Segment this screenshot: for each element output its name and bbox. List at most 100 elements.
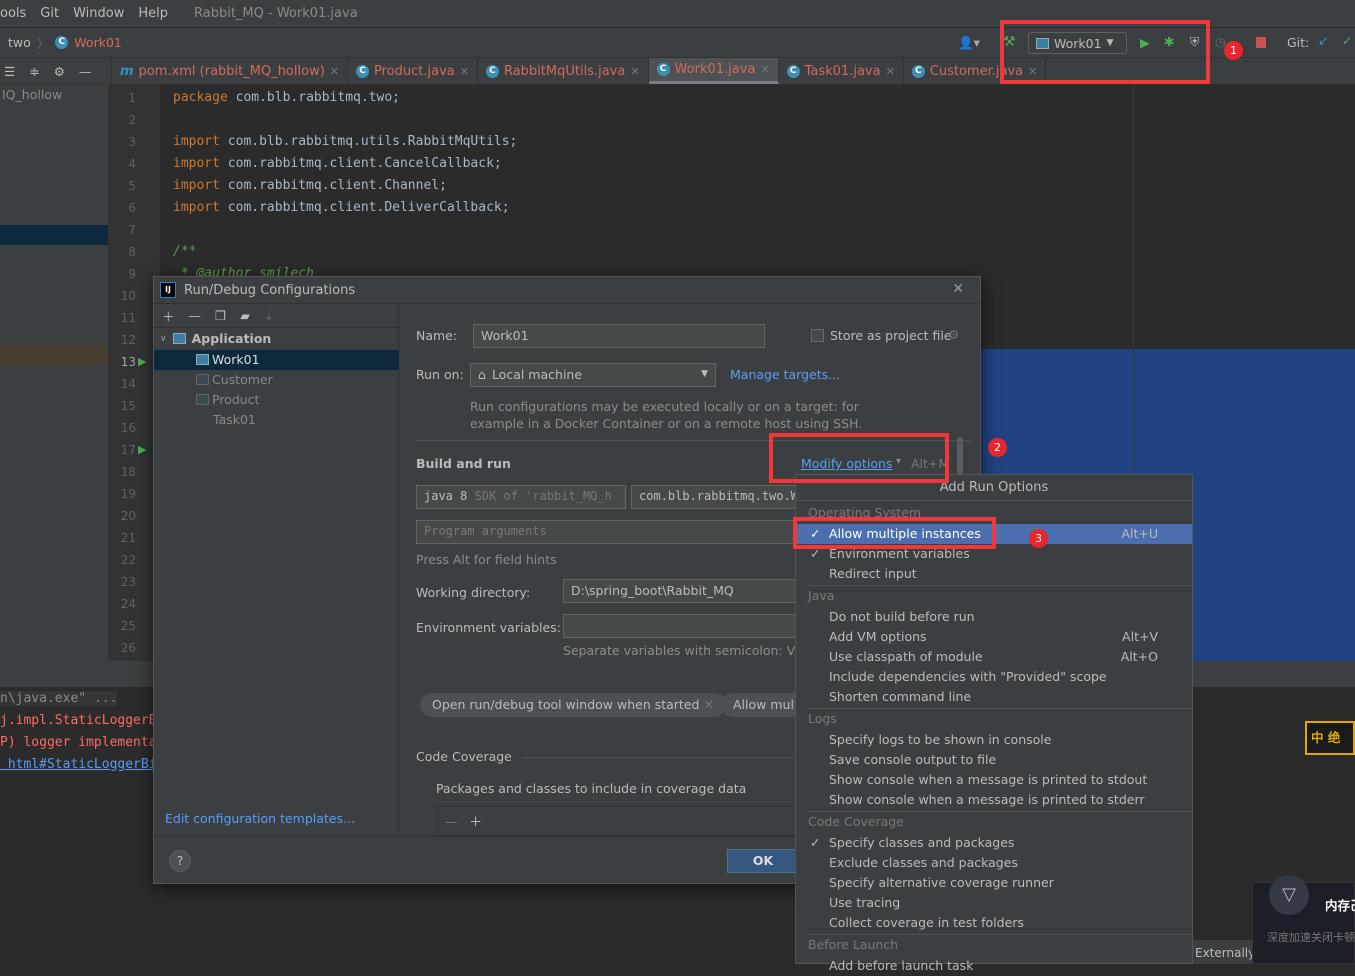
run-gutter-icon[interactable]: ▶	[138, 355, 146, 368]
env-field[interactable]	[563, 614, 796, 638]
hide-icon[interactable]: —	[79, 64, 92, 79]
breadcrumb-two[interactable]: two	[8, 35, 31, 50]
tab-product[interactable]: C Product.java ✕	[348, 58, 478, 84]
line-number: 4	[128, 157, 136, 171]
folder-add-icon[interactable]: ▰	[240, 308, 250, 323]
tab-task01[interactable]: C Task01.java ✕	[779, 58, 904, 84]
edit-templates-link[interactable]: Edit configuration templates...	[165, 811, 355, 826]
run-on-select[interactable]: ⌂ Local machine ▼	[470, 363, 716, 387]
menu-window[interactable]: Window	[73, 6, 124, 21]
option-item[interactable]: Show console when a message is printed t…	[796, 770, 1192, 790]
tree-item[interactable]: Product	[196, 392, 259, 407]
expand-all-icon[interactable]: ☰	[4, 64, 15, 79]
option-item[interactable]: Add before launch task	[796, 956, 1192, 976]
breadcrumb-work01[interactable]: Work01	[74, 35, 122, 50]
ok-button[interactable]: OK	[727, 849, 799, 873]
option-item[interactable]: Exclude classes and packages	[796, 853, 1192, 873]
menu-help[interactable]: Help	[138, 6, 168, 21]
application-icon	[196, 374, 209, 385]
tab-work01[interactable]: C Work01.java ✕	[648, 58, 779, 84]
scrollbar[interactable]	[957, 437, 963, 477]
close-icon[interactable]: ✕	[886, 65, 895, 78]
option-item[interactable]: Do not build before run	[796, 607, 1192, 627]
config-tree-panel: ＋ — ❐ ▰ ⇣ ∨ Application Work01 Customer Product…	[154, 304, 399, 836]
run-on-hint: example in a Docker Container or on a re…	[470, 416, 863, 431]
working-dir-field[interactable]: D:\spring_boot\Rabbit_MQ	[563, 579, 796, 603]
tree-item[interactable]: Customer	[196, 372, 273, 387]
copy-icon[interactable]: ❐	[215, 308, 226, 323]
help-button[interactable]: ?	[169, 850, 191, 872]
option-label: Save console output to file	[829, 752, 997, 767]
option-item[interactable]: Use tracing	[796, 893, 1192, 913]
close-icon[interactable]: ✕	[760, 63, 769, 76]
add-icon[interactable]: ＋	[469, 814, 482, 829]
console-line[interactable]: html#StaticLoggerBi	[0, 757, 157, 772]
sort-icon[interactable]: ⇣	[264, 308, 274, 323]
option-item[interactable]: Redirect input	[796, 564, 1192, 584]
packages-label: Packages and classes to include in cover…	[436, 781, 747, 796]
remove-icon[interactable]: —	[189, 308, 202, 323]
manage-targets-link[interactable]: Manage targets...	[730, 367, 840, 382]
system-notification[interactable]: ▽ 内存己 深度加速关闭卡顿	[1252, 875, 1355, 964]
user-icon[interactable]: 👤▾	[958, 35, 980, 51]
close-icon[interactable]: ✕	[703, 697, 713, 712]
remove-icon[interactable]: —	[445, 814, 458, 829]
option-item[interactable]: Add VM options Alt+V	[796, 627, 1192, 647]
name-field[interactable]: Work01	[473, 324, 765, 348]
line-number: 1	[128, 91, 136, 105]
line-number: 24	[120, 597, 136, 611]
option-item[interactable]: Include dependencies with "Provided" sco…	[796, 667, 1192, 687]
option-label: Include dependencies with "Provided" sco…	[829, 669, 1107, 684]
line-number: 19	[120, 487, 136, 501]
collapse-all-icon[interactable]: ≑	[29, 64, 39, 79]
menu-tools[interactable]: ools	[0, 6, 26, 21]
gear-icon[interactable]: ⚙	[54, 64, 65, 79]
project-root[interactable]: IQ_hollow	[2, 87, 62, 102]
option-item[interactable]: Use classpath of module Alt+O	[796, 647, 1192, 667]
stop-icon[interactable]	[1256, 37, 1266, 48]
program-arguments-field[interactable]: Program arguments	[416, 520, 796, 544]
project-selected-row[interactable]	[0, 225, 108, 245]
close-icon[interactable]: ✕	[630, 65, 639, 78]
option-label: Redirect input	[829, 566, 917, 581]
git-commit-icon[interactable]: ✓	[1342, 33, 1352, 48]
class-icon: C	[786, 64, 800, 78]
option-item[interactable]: Collect coverage in test folders	[796, 913, 1192, 933]
main-class-field[interactable]: com.blb.rabbitmq.two.Wo	[631, 485, 796, 509]
menu-git[interactable]: Git	[40, 6, 59, 21]
chip-open-tool-window[interactable]: Open run/debug tool window when started …	[420, 693, 726, 717]
add-icon[interactable]: ＋	[162, 306, 175, 325]
close-icon[interactable]: ✕	[330, 65, 339, 78]
class-icon: C	[911, 64, 925, 78]
option-shortcut: Alt+O	[1120, 649, 1158, 664]
store-project-checkbox[interactable]	[811, 329, 824, 342]
sdk-value: java 8	[424, 489, 468, 503]
tree-item-label: Customer	[212, 372, 273, 387]
console-line: n\java.exe" ...	[0, 691, 118, 706]
option-label: Use classpath of module	[829, 649, 983, 664]
build-run-heading: Build and run	[416, 456, 511, 471]
code-line: /**	[173, 244, 196, 259]
option-item[interactable]: Specify alternative coverage runner	[796, 873, 1192, 893]
tree-item[interactable]: Task01	[196, 412, 256, 427]
option-item[interactable]: Shorten command line	[796, 687, 1192, 707]
tab-rabbitmqutils[interactable]: C RabbitMqUtils.java ✕	[478, 58, 649, 84]
close-dialog-button[interactable]: ✕	[952, 281, 964, 297]
chip-allow-multiple[interactable]: Allow multi	[721, 693, 796, 717]
run-gutter-icon[interactable]: ▶	[138, 443, 146, 456]
gear-icon[interactable]: ⚙	[948, 327, 959, 342]
option-item[interactable]: ✓ Specify classes and packages	[796, 833, 1192, 853]
close-icon[interactable]: ✕	[460, 65, 469, 78]
tree-group-application[interactable]: ∨ Application	[160, 331, 271, 346]
option-item[interactable]: Show console when a message is printed t…	[796, 790, 1192, 810]
class-icon: C	[656, 63, 670, 76]
notification-body: 深度加速关闭卡顿	[1267, 931, 1355, 944]
maven-icon: m	[120, 63, 134, 79]
git-update-icon[interactable]: ↙	[1318, 33, 1328, 48]
option-item[interactable]: Save console output to file	[796, 750, 1192, 770]
tree-item[interactable]: Work01	[196, 352, 260, 367]
option-group-header: Logs	[808, 711, 837, 726]
sdk-select[interactable]: java 8 SDK of 'rabbit_MQ_h	[416, 485, 626, 509]
option-item[interactable]: Specify logs to be shown in console	[796, 730, 1192, 750]
tab-pom-xml[interactable]: m pom.xml (rabbit_MQ_hollow) ✕	[112, 58, 348, 84]
